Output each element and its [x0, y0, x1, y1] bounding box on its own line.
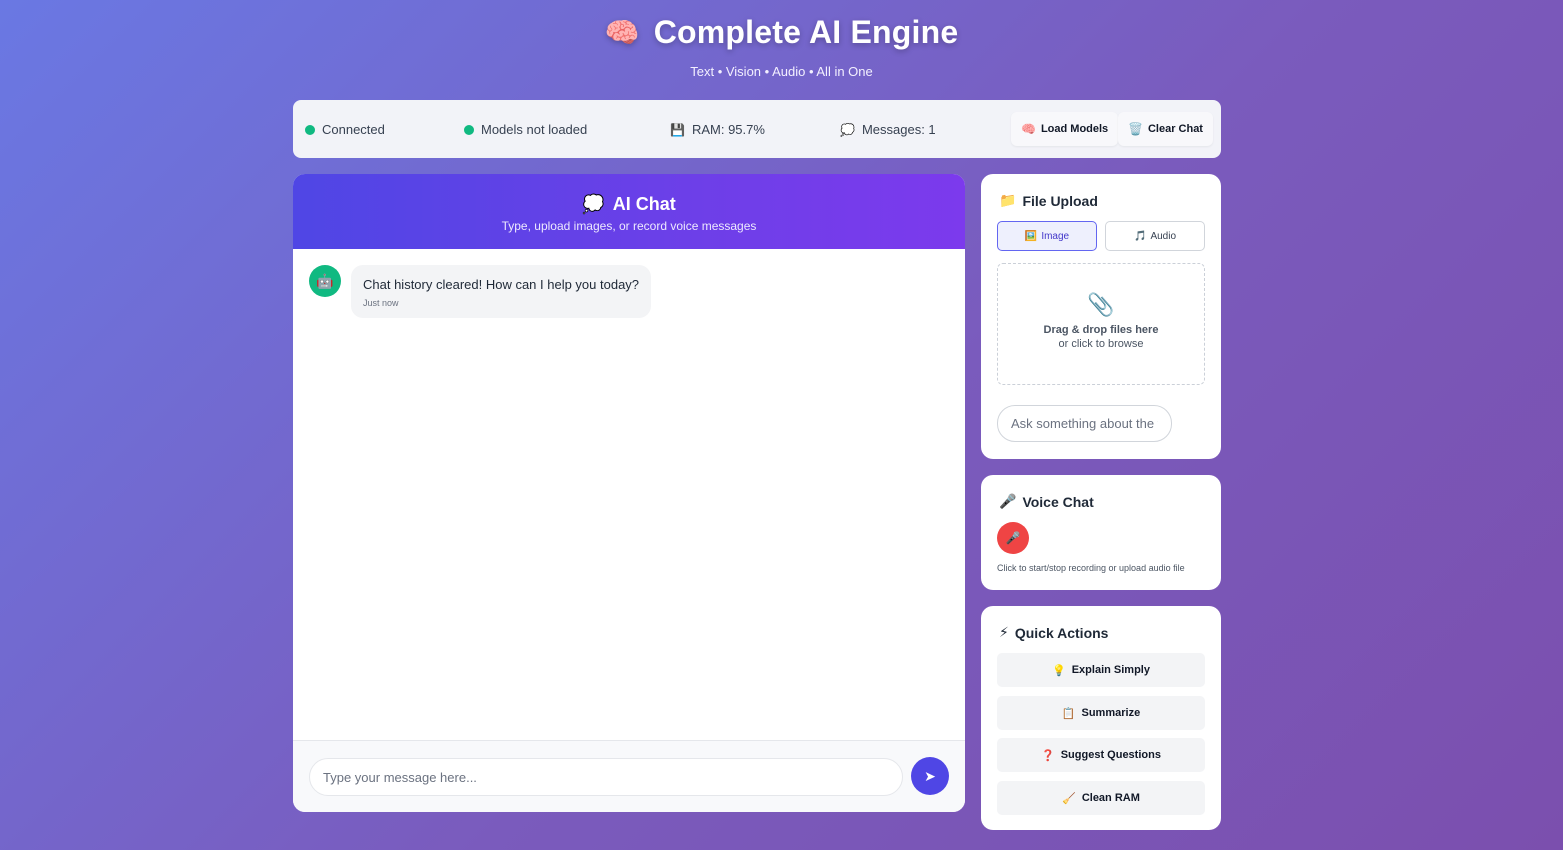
brain-icon: 🧠: [604, 17, 640, 48]
clean-ram-button[interactable]: 🧹 Clean RAM: [997, 781, 1205, 815]
load-models-label: Load Models: [1040, 123, 1109, 135]
ram-status: 💾 RAM: 95.7%: [670, 122, 765, 137]
microphone-icon: 🎤: [1005, 531, 1021, 545]
ram-label: RAM: 95.7%: [691, 122, 765, 137]
models-label: Models not loaded: [481, 122, 588, 137]
voice-chat-panel: 🎤 Voice Chat 🎤 Click to start/stop recor…: [981, 475, 1221, 590]
connection-dot-icon: [305, 124, 315, 135]
suggest-questions-label: Suggest Questions: [1060, 749, 1161, 761]
brain-icon: 🧠: [1021, 122, 1036, 136]
file-upload-title: 📁 File Upload: [999, 192, 1098, 209]
file-upload-panel: 📁 File Upload 🖼️ Image 🎵 Audio 📎 Drag & …: [981, 174, 1221, 459]
file-drop-zone[interactable]: 📎 Drag & drop files here or click to bro…: [997, 263, 1205, 385]
microphone-icon: 🎤: [999, 493, 1017, 509]
paperclip-icon: 📎: [1087, 292, 1115, 317]
question-mark-icon: ❓: [1041, 749, 1055, 762]
models-dot-icon: [464, 124, 474, 135]
file-question-input[interactable]: [997, 405, 1172, 442]
folder-icon: 📁: [999, 192, 1017, 208]
music-note-icon: 🎵: [1133, 230, 1147, 242]
clipboard-icon: 📋: [1061, 707, 1076, 720]
lightbulb-icon: 💡: [1052, 664, 1066, 677]
chat-header: 💭 AI Chat Type, upload images, or record…: [293, 174, 965, 249]
messages-label: Messages: 1: [861, 122, 936, 137]
chat-subtitle: Type, upload images, or record voice mes…: [501, 219, 757, 233]
thought-bubble-icon: 💭: [840, 122, 855, 137]
floppy-disk-icon: 💾: [670, 122, 685, 137]
quick-actions-title: ⚡ Quick Actions: [999, 624, 1108, 641]
chat-input-bar: ➤: [293, 740, 965, 812]
chat-panel: 💭 AI Chat Type, upload images, or record…: [293, 174, 965, 812]
drop-subtitle: or click to browse: [1058, 338, 1144, 350]
send-icon: ➤: [924, 767, 936, 784]
summarize-label: Summarize: [1081, 707, 1141, 719]
chat-title: 💭 AI Chat: [582, 194, 675, 215]
clear-chat-button[interactable]: 🗑️ Clear Chat: [1118, 112, 1213, 146]
message-text: Chat history cleared! How can I help you…: [363, 277, 640, 292]
clear-chat-label: Clear Chat: [1147, 123, 1203, 135]
messages-status: 💭 Messages: 1: [840, 122, 936, 137]
drop-title: Drag & drop files here: [1043, 324, 1159, 336]
app-header: 🧠 Complete AI Engine Text • Vision • Aud…: [0, 14, 1563, 79]
voice-chat-title: 🎤 Voice Chat: [999, 493, 1094, 510]
voice-chat-title-text: Voice Chat: [1022, 493, 1094, 510]
quick-actions-panel: ⚡ Quick Actions 💡 Explain Simply 📋 Summa…: [981, 606, 1221, 830]
quick-actions-title-text: Quick Actions: [1014, 624, 1109, 641]
record-button[interactable]: 🎤: [997, 522, 1029, 554]
chat-message: 🤖 Chat history cleared! How can I help y…: [309, 265, 652, 318]
app-title: 🧠 Complete AI Engine: [605, 14, 959, 51]
chat-title-text: AI Chat: [612, 194, 676, 214]
send-button[interactable]: ➤: [911, 757, 949, 795]
robot-icon: 🤖: [316, 272, 334, 289]
suggest-questions-button[interactable]: ❓ Suggest Questions: [997, 738, 1205, 772]
message-time: Just now: [363, 298, 399, 308]
broom-icon: 🧹: [1062, 792, 1076, 805]
lightning-icon: ⚡: [999, 624, 1009, 640]
image-icon: 🖼️: [1024, 230, 1038, 242]
message-input[interactable]: [309, 758, 903, 796]
tab-audio-label: Audio: [1150, 230, 1177, 242]
status-bar: Connected Models not loaded 💾 RAM: 95.7%…: [293, 100, 1221, 158]
bot-avatar: 🤖: [309, 265, 341, 297]
app-title-text: Complete AI Engine: [653, 14, 959, 50]
explain-simply-label: Explain Simply: [1071, 664, 1150, 676]
connection-label: Connected: [322, 122, 385, 137]
tab-image-label: Image: [1041, 230, 1070, 242]
summarize-button[interactable]: 📋 Summarize: [997, 696, 1205, 730]
load-models-button[interactable]: 🧠 Load Models: [1011, 112, 1119, 146]
explain-simply-button[interactable]: 💡 Explain Simply: [997, 653, 1205, 687]
message-bubble: Chat history cleared! How can I help you…: [351, 265, 652, 318]
thought-bubble-icon: 💭: [582, 194, 605, 214]
models-status: Models not loaded: [464, 122, 587, 137]
clean-ram-label: Clean RAM: [1081, 792, 1140, 804]
trash-icon: 🗑️: [1128, 122, 1143, 136]
tab-audio[interactable]: 🎵 Audio: [1105, 221, 1205, 251]
connection-status: Connected: [305, 122, 385, 137]
tab-image[interactable]: 🖼️ Image: [997, 221, 1097, 251]
file-upload-title-text: File Upload: [1022, 192, 1098, 209]
app-subtitle: Text • Vision • Audio • All in One: [690, 64, 873, 79]
voice-hint: Click to start/stop recording or upload …: [997, 563, 1185, 573]
